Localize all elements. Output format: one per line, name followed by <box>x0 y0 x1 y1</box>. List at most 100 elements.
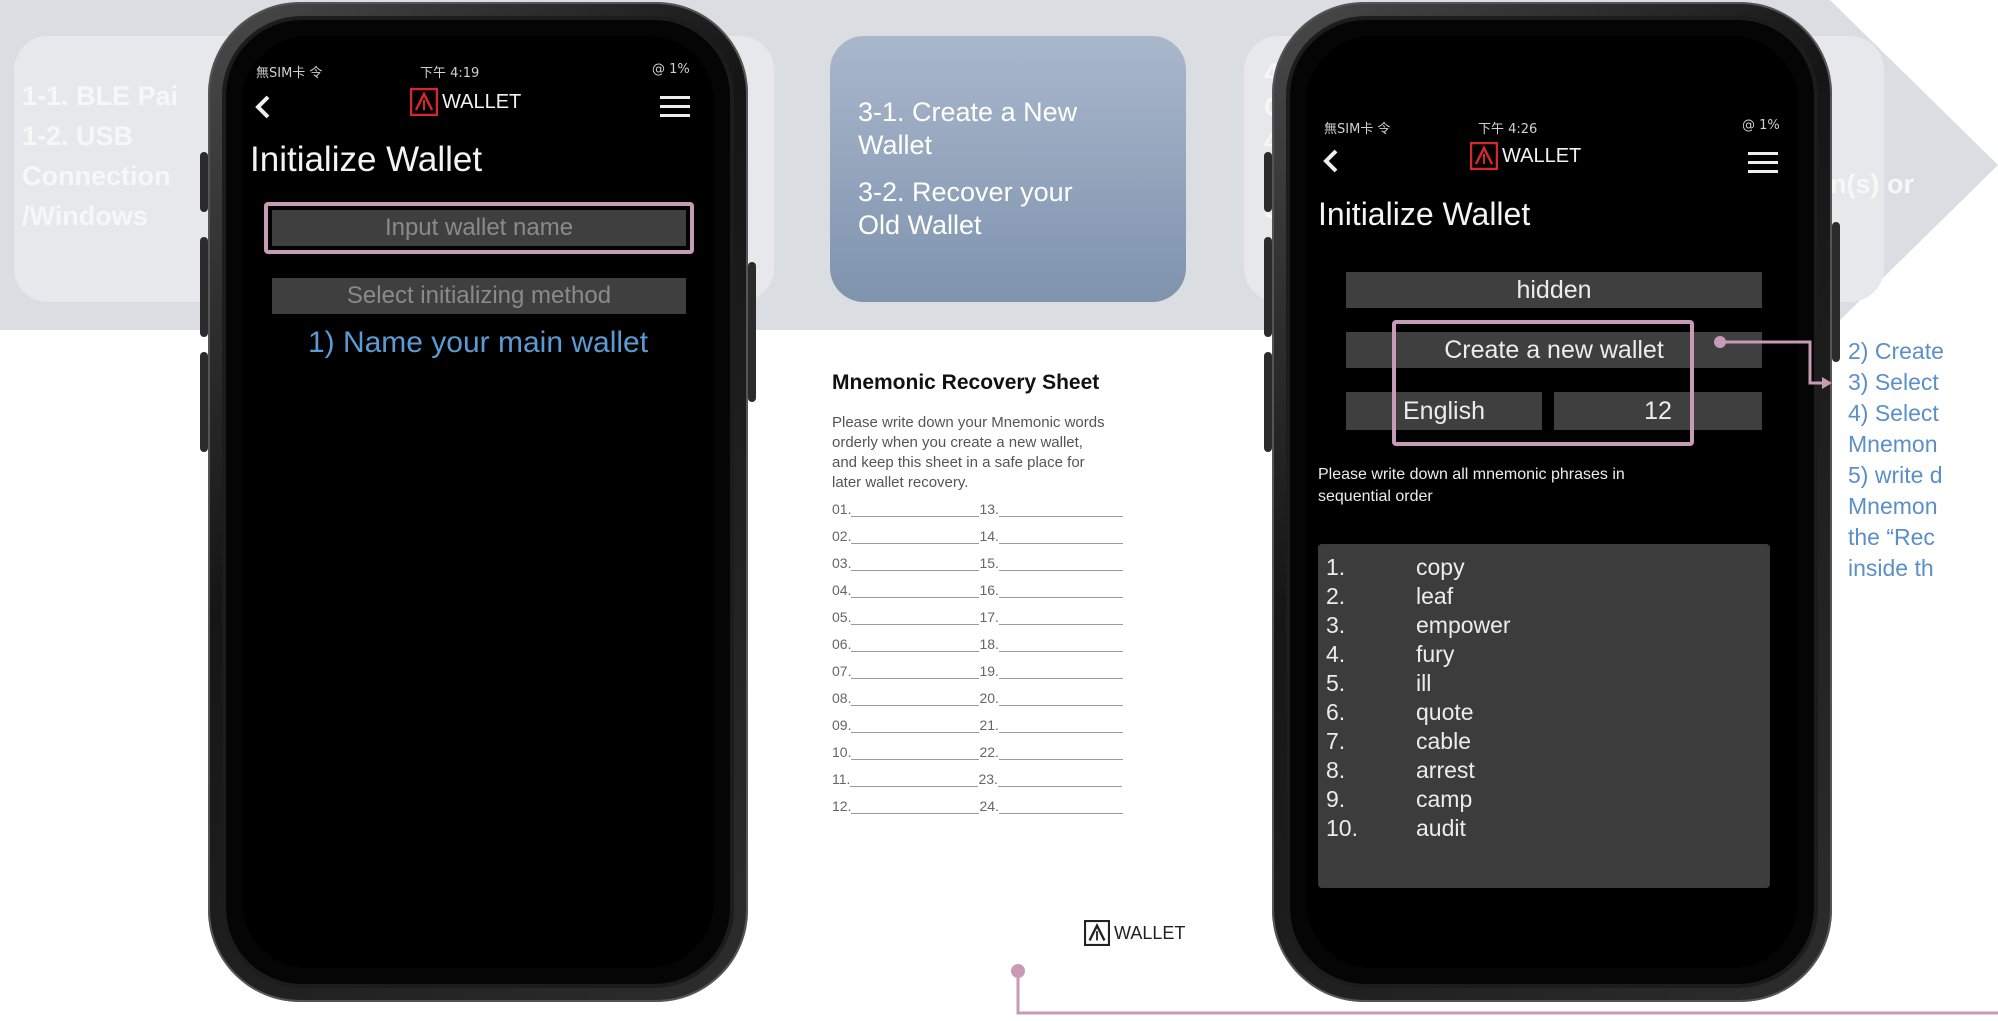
sheet-blank-line <box>998 813 1123 814</box>
sheet-logo: WALLET <box>1084 920 1185 946</box>
sheet-row: 07. 19. <box>832 663 1123 679</box>
sheet-instructions: Please write down your Mnemonic words or… <box>832 414 1105 491</box>
sheet-blank-line <box>998 678 1123 679</box>
sheet-row: 09. 21. <box>832 717 1123 733</box>
sheet-blank-line <box>998 597 1123 598</box>
status-carrier: 無SIM卡 令 <box>1324 122 1391 137</box>
wallet-logo-icon <box>1084 920 1110 946</box>
word-text: arrest <box>1416 757 1475 783</box>
word-index: 8. <box>1326 757 1346 783</box>
left-phone-side-button <box>200 152 208 212</box>
word-index: 7. <box>1326 728 1346 754</box>
step-caption: 1) Name your main wallet <box>307 326 649 359</box>
mnemonic-instruction: Please write down all mnemonic phrases i… <box>1318 466 1625 505</box>
left-phone-screen: 無SIM卡 令 下午 4:19 @ 1% WALLET Initialize W… <box>242 36 714 968</box>
sheet-row: 05. 17. <box>832 609 1123 625</box>
sheet-row: 06. 18. <box>832 636 1123 652</box>
logo-text: WALLET <box>442 90 522 113</box>
status-carrier: 無SIM卡 令 <box>256 66 323 81</box>
sheet-blank-line <box>998 705 1123 706</box>
wallet-name-input[interactable]: hidden <box>1346 272 1762 308</box>
sheet-blank-line <box>851 678 980 679</box>
sheet-blank-line <box>997 786 1122 787</box>
right-phone-screen: 無SIM卡 令 下午 4:26 @ 1% WALLET Initialize W… <box>1306 36 1798 968</box>
sheet-row-number: 11. <box>832 771 851 787</box>
sheet-row-number: 14. <box>979 528 999 544</box>
step-3-card <box>830 36 1186 302</box>
mnemonic-word-row: 8. arrest <box>1326 757 1746 784</box>
word-text: ill <box>1416 670 1432 696</box>
hamburger-menu-icon[interactable] <box>1748 152 1778 174</box>
mnemonic-word-row: 3. empower <box>1326 612 1746 639</box>
sheet-row-number: 21. <box>979 717 999 733</box>
sheet-blank-line <box>851 597 980 598</box>
step-1-text: 1-1. BLE Pai 1-2. USB Connection /Window… <box>22 81 179 231</box>
bottom-connector <box>1011 964 1998 1015</box>
chevron-left-icon[interactable] <box>1320 146 1344 176</box>
word-text: empower <box>1416 612 1511 638</box>
sheet-blank-line <box>851 543 980 544</box>
word-text: leaf <box>1416 583 1454 609</box>
sheet-blank-line <box>998 516 1123 517</box>
wallet-logo-icon <box>410 88 438 116</box>
sheet-blank-line <box>851 651 980 652</box>
word-text: fury <box>1416 641 1455 667</box>
sheet-blank-line <box>851 705 980 706</box>
wallet-logo-icon <box>1470 142 1498 170</box>
sheet-row-number: 24. <box>979 798 999 814</box>
sheet-row-number: 01. <box>832 501 852 517</box>
mnemonic-word-row: 4. fury <box>1326 641 1746 668</box>
sheet-row-number: 09. <box>832 717 852 733</box>
right-phone-volume-up <box>1264 237 1272 337</box>
sheet-row-number: 02. <box>832 528 852 544</box>
mnemonic-word-row: 10. audit <box>1326 815 1746 842</box>
word-text: quote <box>1416 699 1474 725</box>
sheet-row-number: 17. <box>979 609 999 625</box>
hamburger-menu-icon[interactable] <box>660 96 690 118</box>
sheet-blank-line <box>998 543 1123 544</box>
sheet-row-number: 20. <box>979 690 999 706</box>
left-phone-volume-up <box>200 237 208 337</box>
word-index: 2. <box>1326 583 1346 609</box>
app-logo: WALLET <box>1470 136 1581 176</box>
sheet-row-number: 03. <box>832 555 852 571</box>
mnemonic-word-row: 1. copy <box>1326 554 1746 581</box>
app-logo: WALLET <box>410 82 521 122</box>
page-title: Initialize Wallet <box>1318 196 1531 232</box>
word-text: copy <box>1416 554 1465 580</box>
sheet-blank-line <box>851 516 980 517</box>
word-index: 3. <box>1326 612 1346 638</box>
highlight-box <box>1392 320 1694 446</box>
sheet-row-number: 18. <box>979 636 999 652</box>
mnemonic-word-list: 1. copy 2. leaf 3. empower 4. fury 5. ill 6. quote 7… <box>1318 544 1770 888</box>
left-phone: 無SIM卡 令 下午 4:19 @ 1% WALLET Initialize W… <box>200 2 756 1002</box>
step-3-line-2: Wallet <box>858 130 933 160</box>
sheet-row: 11. 23. <box>832 771 1122 787</box>
sheet-row-number: 22. <box>979 744 999 760</box>
sheet-row: 03. 15. <box>832 555 1123 571</box>
left-phone-power-button <box>748 262 756 402</box>
highlight-box <box>264 202 694 254</box>
page-title: Initialize Wallet <box>250 140 483 179</box>
sheet-blank-line <box>998 651 1123 652</box>
sheet-row: 02. 14. <box>832 528 1123 544</box>
sheet-row: 10. 22. <box>832 744 1123 760</box>
sheet-blank-line <box>998 624 1123 625</box>
chevron-left-icon[interactable] <box>252 92 276 122</box>
sheet-row-number: 05. <box>832 609 852 625</box>
initializing-method-select[interactable]: Select initializing method <box>272 278 686 314</box>
mnemonic-recovery-sheet: Mnemonic Recovery Sheet Please write dow… <box>824 345 1226 970</box>
word-index: 10. <box>1326 815 1358 841</box>
right-phone-volume-down <box>1264 352 1272 452</box>
word-index: 4. <box>1326 641 1346 667</box>
sheet-blank-line <box>850 786 979 787</box>
mnemonic-word-row: 5. ill <box>1326 670 1746 697</box>
mnemonic-word-row: 7. cable <box>1326 728 1746 755</box>
sheet-row-number: 10. <box>832 744 852 760</box>
sheet-row-number: 15. <box>979 555 999 571</box>
connector-arrow <box>1714 336 1832 389</box>
sheet-row-number: 16. <box>979 582 999 598</box>
mnemonic-word-row: 9. camp <box>1326 786 1746 813</box>
sheet-row-number: 04. <box>832 582 852 598</box>
sheet-row-number: 19. <box>979 663 999 679</box>
